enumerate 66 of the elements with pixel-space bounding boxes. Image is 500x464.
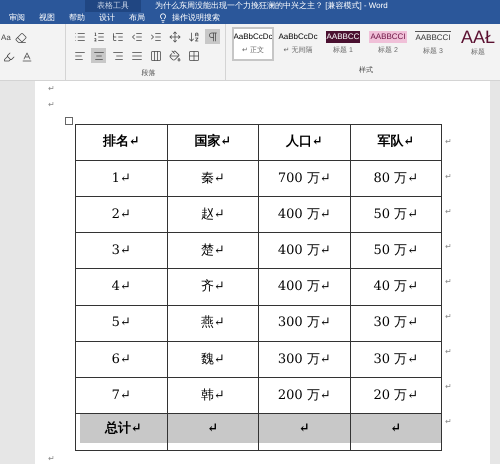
shaded-cell: ↵ xyxy=(168,414,258,444)
table-cell: 300 万↵ xyxy=(258,341,350,378)
table-cell: 5↵ xyxy=(76,305,167,342)
ribbon-tab[interactable]: 设计 xyxy=(98,12,116,24)
table-cell: 50 万↵ xyxy=(350,196,442,233)
tell-me-search[interactable]: 操作说明搜索 xyxy=(172,12,220,24)
header-cell: 人口↵ xyxy=(258,124,350,160)
table-cell: 300 万↵ xyxy=(258,305,350,342)
table-cell: 700 万↵ xyxy=(258,160,350,196)
table-cell: 50 万↵ xyxy=(350,232,442,269)
ribbon-tab[interactable]: 视图 xyxy=(38,12,56,24)
table-cell: 400 万↵ xyxy=(258,268,350,306)
end-of-row-mark: ↵ xyxy=(445,416,452,428)
borders-icon[interactable] xyxy=(186,48,201,63)
table-cell: 30 万↵ xyxy=(350,341,442,378)
ribbon-tab[interactable]: 布局 xyxy=(128,12,146,24)
table-cell: 80 万↵ xyxy=(350,160,442,196)
header-cell: 国家↵ xyxy=(167,124,258,160)
style-preview: AaBbCcDc xyxy=(278,31,318,44)
table-cell: 4↵ xyxy=(76,268,167,306)
table-cell: 400 万↵ xyxy=(258,196,350,233)
table-cell: 1↵ xyxy=(76,160,167,196)
end-of-row-mark: ↵ xyxy=(445,170,452,182)
table-cell: 燕↵ xyxy=(167,305,258,342)
paragraph-mark: ↵ xyxy=(48,452,56,464)
change-case-button[interactable]: Aa xyxy=(1,32,11,44)
context-tab-label: 表格工具 xyxy=(85,0,141,12)
end-of-row-mark: ↵ xyxy=(445,276,452,288)
table-cell: 400 万↵ xyxy=(258,232,350,269)
table-cell: 6↵ xyxy=(76,341,167,378)
table-cell: 齐↵ xyxy=(167,268,258,306)
end-of-row-mark: ↵ xyxy=(445,380,452,392)
table-cell: 秦↵ xyxy=(167,160,258,196)
end-of-row-mark: ↵ xyxy=(445,206,452,218)
pilcrow-icon[interactable] xyxy=(205,29,220,44)
ribbon-tab[interactable]: 审阅 xyxy=(8,12,26,24)
table-cell: 2↵ xyxy=(76,196,167,233)
style-preview: AABBCCI xyxy=(369,31,407,44)
ribbon-tab[interactable]: 帮助 xyxy=(68,12,86,24)
distribute-icon[interactable] xyxy=(148,48,163,63)
table-cell: 3↵ xyxy=(76,232,167,269)
table-cell: 赵↵ xyxy=(167,196,258,233)
style-preview: AABBCC xyxy=(326,31,360,44)
eraser-icon[interactable] xyxy=(14,30,29,45)
shaded-cell: ↵ xyxy=(259,414,350,444)
end-of-row-mark: ↵ xyxy=(445,240,452,252)
end-of-row-mark: ↵ xyxy=(445,346,452,358)
header-cell: 军队↵ xyxy=(350,124,442,160)
table-cell: 魏↵ xyxy=(167,341,258,378)
align-center-icon[interactable] xyxy=(91,48,106,63)
end-of-row-mark: ↵ xyxy=(445,310,452,322)
style-preview: AABBCCI xyxy=(415,30,451,44)
cross-arrows-icon[interactable] xyxy=(167,29,182,44)
style-preview: AAŁ xyxy=(460,29,496,46)
shaded-cell: ↵ xyxy=(350,414,441,444)
table-cell: 40 万↵ xyxy=(350,268,442,306)
shaded-cell: 总计↵ xyxy=(80,414,166,444)
shading-icon[interactable] xyxy=(167,48,182,63)
paragraph-mark: ↵ xyxy=(48,98,56,110)
table-cell: 30 万↵ xyxy=(350,305,442,342)
end-of-row-mark: ↵ xyxy=(445,136,452,148)
table-move-handle-icon[interactable] xyxy=(65,116,73,124)
header-cell: 排名↵ xyxy=(76,124,167,160)
paragraph-mark: ↵ xyxy=(48,82,56,94)
table-cell: 楚↵ xyxy=(167,232,258,269)
window-title: 为什么东周没能出现一个力挽狂澜的中兴之主？ [兼容模式] - Word xyxy=(155,0,388,12)
